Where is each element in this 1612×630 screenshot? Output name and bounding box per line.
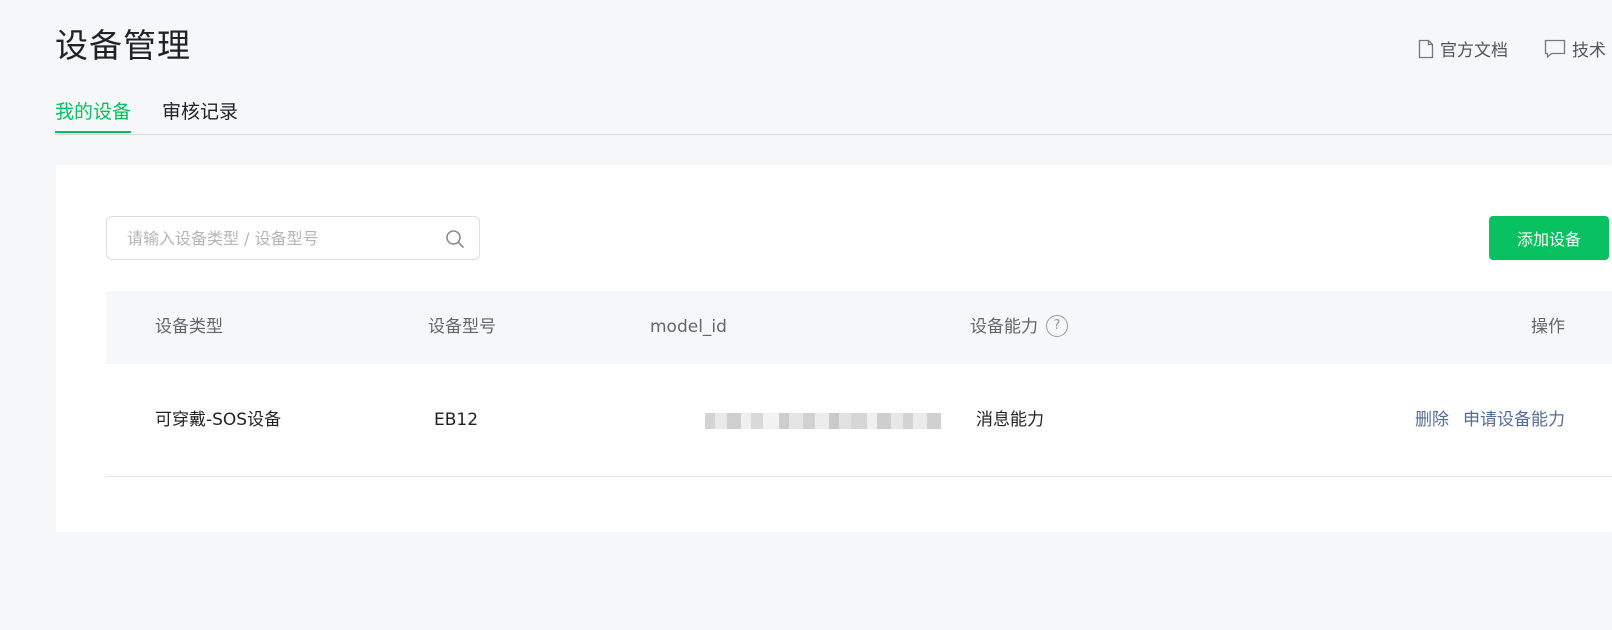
column-header-device-type: 设备类型: [155, 317, 223, 337]
chat-icon: [1544, 39, 1566, 58]
tech-support-label: 技术: [1572, 41, 1606, 61]
delete-link[interactable]: 删除: [1415, 410, 1449, 430]
column-header-model-id: model_id: [650, 317, 727, 337]
document-icon: [1418, 39, 1434, 58]
tab-bar: 我的设备 审核记录: [55, 98, 1612, 135]
apply-capability-link[interactable]: 申请设备能力: [1463, 410, 1565, 430]
page-title: 设备管理: [55, 26, 191, 65]
help-icon[interactable]: ?: [1046, 315, 1068, 337]
add-device-button[interactable]: 添加设备: [1489, 216, 1609, 260]
device-list-card: 添加设备 设备类型 设备型号 model_id 设备能力? 操作 可穿戴-SOS…: [56, 165, 1612, 532]
cell-actions: 删除 申请设备能力: [1415, 364, 1565, 476]
cell-model-id-masked: [705, 413, 941, 429]
tab-review-records[interactable]: 审核记录: [162, 98, 238, 126]
cell-device-type: 可穿戴-SOS设备: [155, 410, 282, 430]
column-header-capability-label: 设备能力: [970, 317, 1038, 337]
table-header: 设备类型 设备型号 model_id 设备能力? 操作: [106, 291, 1612, 364]
column-header-actions: 操作: [1531, 317, 1565, 337]
column-header-device-model: 设备型号: [428, 317, 496, 337]
tech-support-link[interactable]: 技术: [1544, 36, 1606, 61]
top-links: 官方文档 技术: [1418, 36, 1606, 61]
search-box[interactable]: [106, 216, 480, 260]
column-header-capability: 设备能力?: [970, 291, 1068, 364]
search-input[interactable]: [107, 217, 437, 259]
cell-device-model: EB12: [434, 410, 479, 430]
search-icon[interactable]: [445, 229, 465, 249]
tab-my-devices[interactable]: 我的设备: [55, 98, 132, 133]
table-row: 可穿戴-SOS设备 EB12 消息能力 删除 申请设备能力: [106, 364, 1612, 477]
official-docs-link[interactable]: 官方文档: [1418, 36, 1508, 61]
official-docs-label: 官方文档: [1440, 41, 1508, 61]
cell-capability: 消息能力: [976, 410, 1044, 430]
